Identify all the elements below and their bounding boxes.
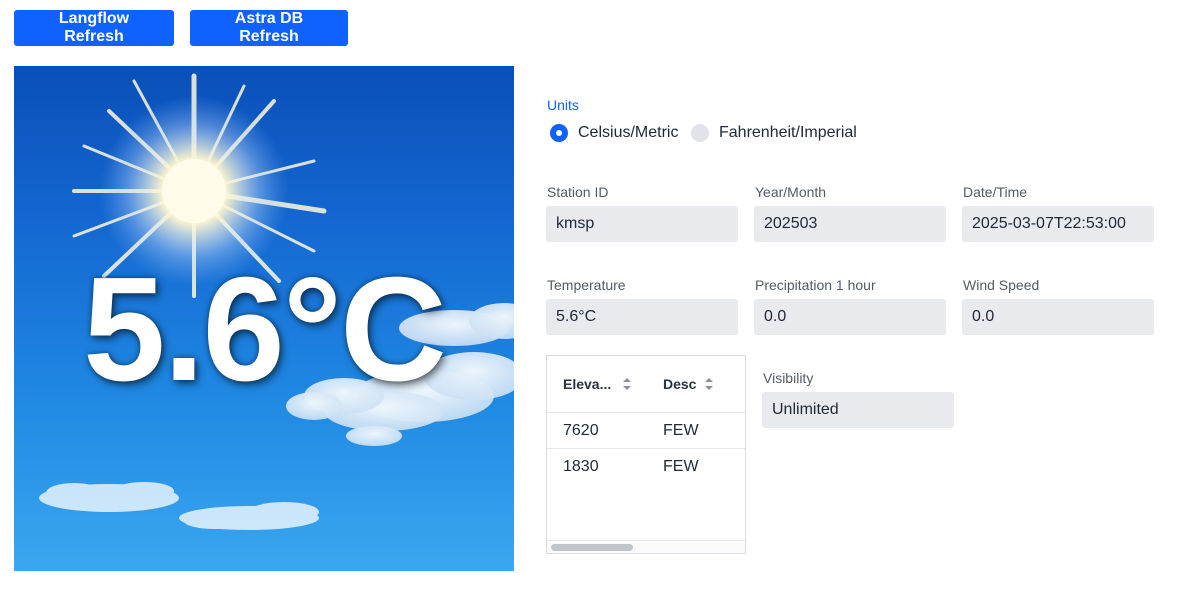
station-id-label: Station ID xyxy=(547,184,609,200)
visibility-field[interactable]: Unlimited xyxy=(762,392,954,428)
sort-icon[interactable] xyxy=(622,377,632,391)
astra-db-refresh-button[interactable]: Astra DB Refresh xyxy=(190,10,348,46)
precipitation-field[interactable]: 0.0 xyxy=(754,299,946,335)
sort-icon[interactable] xyxy=(704,377,714,391)
radio-unchecked-icon[interactable] xyxy=(691,124,709,142)
units-label: Units xyxy=(547,97,579,113)
column-header-desc[interactable]: Desc xyxy=(663,376,696,392)
weather-temperature-overlay: 5.6°C xyxy=(83,247,447,412)
cloud-layers-table[interactable]: Eleva... Desc 7620 FEW 1830 FEW xyxy=(546,355,746,554)
table-header: Eleva... Desc xyxy=(547,356,745,413)
temperature-label: Temperature xyxy=(547,277,626,293)
horizontal-scrollbar[interactable] xyxy=(547,540,745,553)
radio-label-fahrenheit: Fahrenheit/Imperial xyxy=(719,124,857,141)
radio-celsius-metric[interactable]: Celsius/Metric xyxy=(550,124,678,142)
table-row[interactable]: 1830 FEW xyxy=(547,449,745,485)
wind-speed-field[interactable]: 0.0 xyxy=(962,299,1154,335)
cell-elevation: 1830 xyxy=(563,458,599,475)
radio-fahrenheit-imperial[interactable]: Fahrenheit/Imperial xyxy=(691,124,857,142)
wind-speed-label: Wind Speed xyxy=(963,277,1040,293)
column-header-elevation[interactable]: Eleva... xyxy=(563,376,611,392)
radio-label-celsius: Celsius/Metric xyxy=(578,124,679,141)
cell-desc: FEW xyxy=(663,458,699,475)
date-time-field[interactable]: 2025-03-07T22:53:00 xyxy=(962,206,1154,242)
scrollbar-thumb[interactable] xyxy=(551,544,633,551)
precipitation-label: Precipitation 1 hour xyxy=(755,277,876,293)
cell-elevation: 7620 xyxy=(563,422,599,439)
year-month-label: Year/Month xyxy=(755,184,827,200)
visibility-label: Visibility xyxy=(763,370,814,386)
station-id-field[interactable]: kmsp xyxy=(546,206,738,242)
table-row[interactable]: 7620 FEW xyxy=(547,413,745,449)
radio-checked-icon[interactable] xyxy=(550,124,568,142)
weather-condition-image: 5.6°C xyxy=(14,66,514,571)
langflow-refresh-button[interactable]: Langflow Refresh xyxy=(14,10,174,46)
year-month-field[interactable]: 202503 xyxy=(754,206,946,242)
date-time-label: Date/Time xyxy=(963,184,1028,200)
cell-desc: FEW xyxy=(663,422,699,439)
temperature-field[interactable]: 5.6°C xyxy=(546,299,738,335)
